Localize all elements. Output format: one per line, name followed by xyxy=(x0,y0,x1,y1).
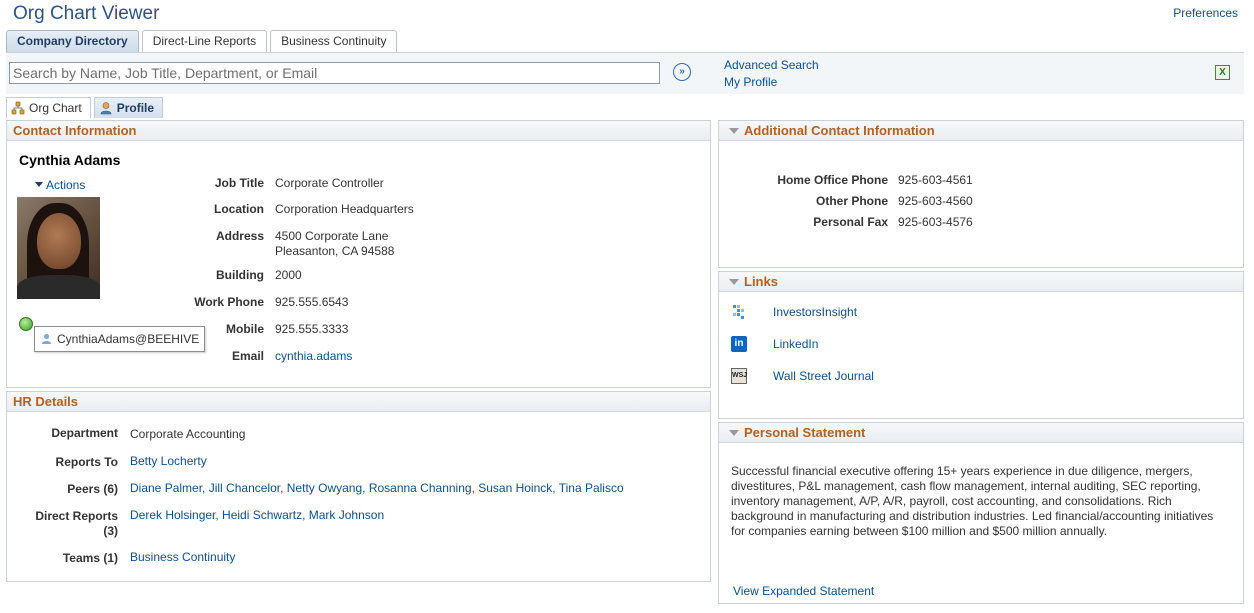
reports-to-label: Reports To xyxy=(55,455,118,469)
building-value: 2000 xyxy=(275,268,302,282)
link-row: InvestorsInsight xyxy=(731,303,857,321)
direct-report-link[interactable]: Derek Holsinger xyxy=(130,508,215,522)
email-link[interactable]: cynthia.adams xyxy=(275,349,352,363)
employee-name: Cynthia Adams xyxy=(19,152,121,168)
location-label: Location xyxy=(214,202,264,216)
home-office-phone-label: Home Office Phone xyxy=(777,173,888,187)
other-phone-label: Other Phone xyxy=(815,194,888,208)
tab-profile-label: Profile xyxy=(116,100,155,115)
job-title-value: Corporate Controller xyxy=(275,176,384,190)
direct-report-link[interactable]: Mark Johnson xyxy=(309,508,384,522)
linkedin-link[interactable]: LinkedIn xyxy=(773,337,818,351)
view-tabs: Org Chart Profile xyxy=(6,97,164,118)
additional-contact-panel: Additional Contact Information Home Offi… xyxy=(718,120,1244,268)
employee-photo xyxy=(17,197,100,299)
advanced-search-link[interactable]: Advanced Search xyxy=(724,58,819,72)
email-label: Email xyxy=(231,349,264,363)
person-icon xyxy=(42,334,51,344)
location-value: Corporation Headquarters xyxy=(275,202,414,216)
investors-insight-link[interactable]: InvestorsInsight xyxy=(773,305,857,319)
personal-statement-panel: Personal Statement Successful financial … xyxy=(718,422,1244,604)
links-title: Links xyxy=(744,274,778,289)
peer-link[interactable]: Jill Chancelor xyxy=(209,481,280,495)
presence-status-icon[interactable] xyxy=(19,317,33,331)
work-phone-label: Work Phone xyxy=(194,295,264,309)
reports-to-link[interactable]: Betty Locherty xyxy=(130,454,207,468)
additional-contact-header[interactable]: Additional Contact Information xyxy=(719,121,1243,141)
app-title: Org Chart Viewer xyxy=(13,3,160,24)
peer-link[interactable]: Netty Owyang xyxy=(287,481,362,495)
personal-fax-label: Personal Fax xyxy=(813,215,888,229)
job-title-label: Job Title xyxy=(214,176,264,190)
org-chart-icon xyxy=(11,101,25,115)
home-office-phone-value: 925-603-4561 xyxy=(898,173,973,187)
personal-statement-header[interactable]: Personal Statement xyxy=(719,423,1243,443)
department-value: Corporate Accounting xyxy=(130,427,246,441)
peer-link[interactable]: Susan Hoinck xyxy=(478,481,552,495)
tab-direct-line-reports[interactable]: Direct-Line Reports xyxy=(141,30,268,52)
hr-details-header: HR Details xyxy=(7,392,710,412)
link-row: WSJ Wall Street Journal xyxy=(731,367,874,385)
peers-list: Diane Palmer, Jill Chancelor, Netty Owya… xyxy=(130,481,624,495)
building-label: Building xyxy=(216,268,264,282)
peer-link[interactable]: Tina Palisco xyxy=(559,481,624,495)
address-line1: 4500 Corporate Lane xyxy=(275,229,389,243)
links-panel: Links InvestorsInsight in LinkedIn WSJ W… xyxy=(718,271,1244,419)
direct-report-link[interactable]: Heidi Schwartz xyxy=(222,508,302,522)
mobile-label: Mobile xyxy=(226,322,264,336)
collapse-triangle-icon xyxy=(729,279,739,285)
team-link[interactable]: Business Continuity xyxy=(130,550,235,564)
links-header[interactable]: Links xyxy=(719,272,1243,292)
actions-label: Actions xyxy=(46,178,86,192)
teams-label: Teams (1) xyxy=(62,551,118,565)
collapse-triangle-icon xyxy=(729,430,739,436)
direct-reports-count: (3) xyxy=(103,524,118,538)
direct-reports-label: Direct Reports xyxy=(35,509,118,523)
additional-contact-title: Additional Contact Information xyxy=(744,123,935,138)
search-go-icon[interactable]: » xyxy=(673,63,691,81)
direct-reports-list: Derek Holsinger, Heidi Schwartz, Mark Jo… xyxy=(130,508,385,522)
preferences-link[interactable]: Preferences xyxy=(1173,6,1238,20)
personal-statement-title: Personal Statement xyxy=(744,425,866,440)
top-tabs: Company Directory Direct-Line Reports Bu… xyxy=(6,30,398,52)
tab-business-continuity[interactable]: Business Continuity xyxy=(270,30,398,52)
my-profile-link[interactable]: My Profile xyxy=(724,75,777,89)
link-row: in LinkedIn xyxy=(731,335,818,353)
profile-icon xyxy=(100,102,111,115)
excel-export-icon[interactable]: X xyxy=(1215,65,1230,80)
collapse-triangle-icon xyxy=(729,128,739,134)
peer-link[interactable]: Diane Palmer xyxy=(130,481,202,495)
hr-details-panel: HR Details Department Corporate Accounti… xyxy=(6,391,711,582)
search-input[interactable] xyxy=(9,62,660,84)
tab-company-directory[interactable]: Company Directory xyxy=(6,30,139,52)
mobile-value: 925.555.3333 xyxy=(275,322,349,336)
other-phone-value: 925-603-4560 xyxy=(898,194,973,208)
personal-fax-value: 925-603-4576 xyxy=(898,215,973,229)
tab-profile[interactable]: Profile xyxy=(93,97,164,118)
wall-street-journal-link[interactable]: Wall Street Journal xyxy=(773,369,874,383)
tab-org-chart-label: Org Chart xyxy=(29,100,82,115)
peers-label: Peers (6) xyxy=(67,482,118,496)
tab-org-chart[interactable]: Org Chart xyxy=(6,97,91,118)
view-expanded-statement-link[interactable]: View Expanded Statement xyxy=(733,584,874,598)
contact-information-panel: Contact Information Cynthia Adams Action… xyxy=(6,120,711,388)
address-label: Address xyxy=(215,229,264,243)
investors-insight-icon xyxy=(733,305,744,319)
personal-statement-text: Successful financial executive offering … xyxy=(731,464,1214,538)
contact-information-header: Contact Information xyxy=(7,121,710,141)
search-bar: » Advanced Search My Profile X xyxy=(6,52,1244,94)
wsj-icon: WSJ xyxy=(731,368,747,384)
department-label: Department xyxy=(51,426,118,440)
address-line2: Pleasanton, CA 94588 xyxy=(275,244,395,258)
linkedin-icon: in xyxy=(731,336,747,352)
actions-menu[interactable]: Actions xyxy=(35,178,85,192)
peer-link[interactable]: Rosanna Channing xyxy=(369,481,472,495)
work-phone-value: 925.555.6543 xyxy=(275,295,349,309)
caret-down-icon xyxy=(35,182,43,187)
